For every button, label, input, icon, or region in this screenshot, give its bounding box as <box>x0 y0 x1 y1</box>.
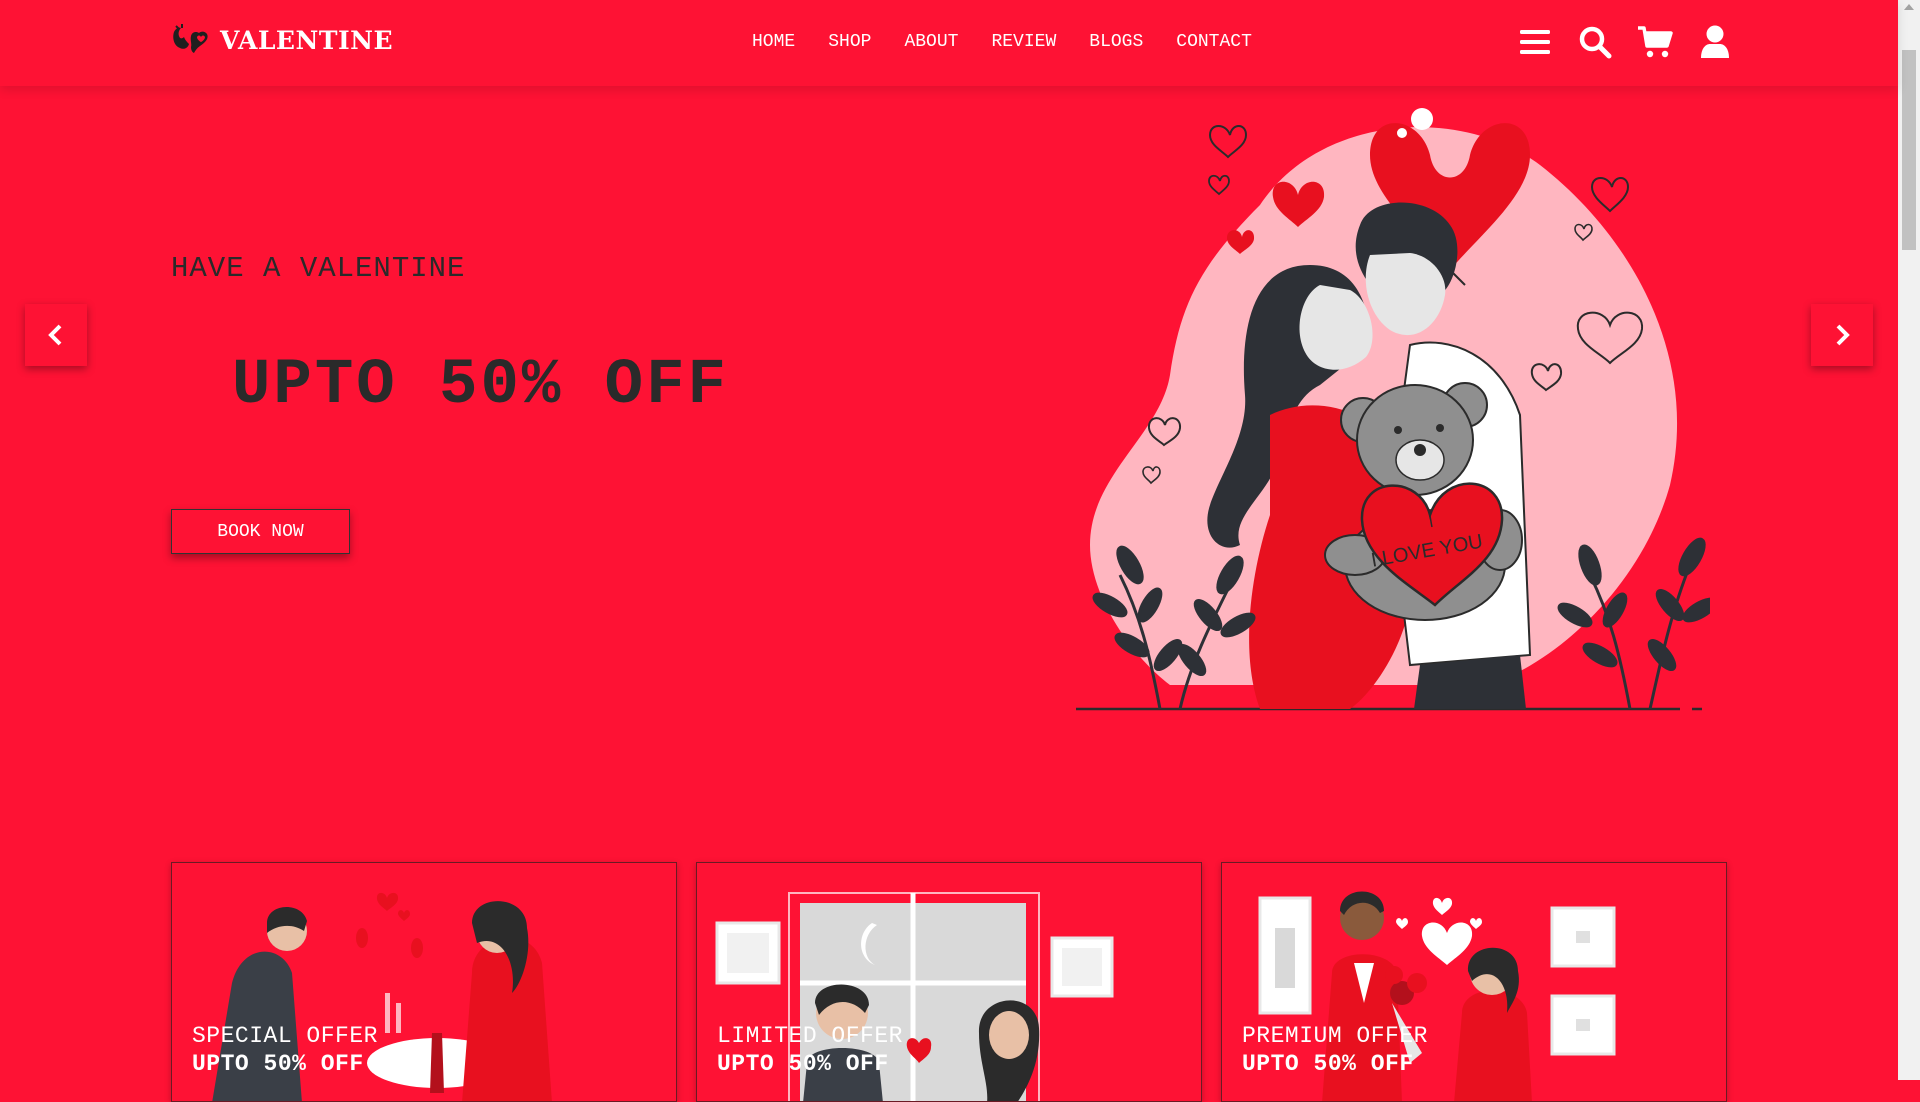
page-scrollbar[interactable] <box>1898 0 1920 1080</box>
hero-subtitle: HAVE A VALENTINE <box>171 252 466 285</box>
offer-card-special[interactable]: SPECIAL OFFER UPTO 50% OFF <box>171 862 677 1102</box>
hands-heart-icon <box>173 24 208 53</box>
scroll-up-arrow-icon[interactable] <box>1904 4 1914 10</box>
slider-prev-button[interactable] <box>25 304 87 366</box>
offer-price: UPTO 50% OFF <box>717 1051 889 1077</box>
cart-icon[interactable] <box>1637 24 1673 60</box>
nav-home[interactable]: HOME <box>752 32 795 52</box>
hero-title: UPTO 50% OFF <box>232 350 729 422</box>
offer-price: UPTO 50% OFF <box>192 1051 364 1077</box>
scroll-thumb[interactable] <box>1902 50 1916 250</box>
search-icon[interactable] <box>1577 24 1613 60</box>
menu-icon[interactable] <box>1517 24 1553 60</box>
nav-blogs[interactable]: BLOGS <box>1089 32 1143 52</box>
offer-label: LIMITED OFFER <box>717 1023 903 1049</box>
brand-name: VALENTINE <box>220 25 394 55</box>
header-icons <box>1517 24 1733 60</box>
nav-review[interactable]: REVIEW <box>991 32 1056 52</box>
user-icon[interactable] <box>1697 24 1733 60</box>
book-now-button[interactable]: BOOK NOW <box>171 509 350 554</box>
nav-shop[interactable]: SHOP <box>828 32 871 52</box>
chevron-right-icon <box>1836 324 1850 346</box>
offer-card-limited[interactable]: LIMITED OFFER UPTO 50% OFF <box>696 862 1202 1102</box>
couple-illustration: I I LOVE YOU <box>1076 108 1710 711</box>
nav-about[interactable]: ABOUT <box>904 32 958 52</box>
offer-label: PREMIUM OFFER <box>1242 1023 1428 1049</box>
chevron-left-icon <box>48 324 62 346</box>
offer-label: SPECIAL OFFER <box>192 1023 378 1049</box>
offer-card-premium[interactable]: PREMIUM OFFER UPTO 50% OFF <box>1221 862 1727 1102</box>
site-header: VALENTINE HOME SHOP ABOUT REVIEW BLOGS C… <box>0 0 1898 86</box>
brand-logo[interactable]: VALENTINE <box>170 22 393 58</box>
main-nav: HOME SHOP ABOUT REVIEW BLOGS CONTACT <box>752 32 1252 52</box>
nav-contact[interactable]: CONTACT <box>1176 32 1252 52</box>
slider-next-button[interactable] <box>1811 304 1873 366</box>
offer-price: UPTO 50% OFF <box>1242 1051 1414 1077</box>
